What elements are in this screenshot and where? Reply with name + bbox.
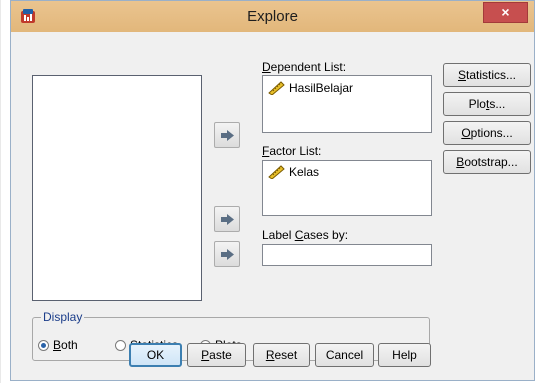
background-gridline [0, 0, 1, 383]
factor-list-label: Factor List: [262, 144, 322, 158]
factor-list-box[interactable]: Kelas [262, 160, 432, 216]
ruler-scale-icon [268, 81, 285, 95]
bootstrap-button[interactable]: Bootstrap... [443, 150, 531, 174]
paste-button[interactable]: Paste [187, 343, 246, 367]
dialog-body: Dependent List: HasilBelajar Factor List… [17, 32, 531, 375]
dependent-list-box[interactable]: HasilBelajar [262, 75, 432, 133]
radio-unselected-icon [115, 339, 126, 351]
close-button[interactable]: × [483, 2, 528, 23]
source-variable-list[interactable] [32, 75, 202, 301]
move-to-dependent-button[interactable] [214, 122, 240, 148]
move-to-label-cases-button[interactable] [214, 241, 240, 267]
window-title: Explore [247, 8, 298, 25]
dependent-list-label: Dependent List: [262, 60, 347, 74]
explore-dialog: Explore × Dependent List: HasilBelajar F… [10, 0, 535, 381]
label-cases-label: Label Cases by: [262, 228, 349, 242]
reset-button[interactable]: Reset [253, 343, 310, 367]
right-arrow-icon [221, 130, 234, 141]
radio-selected-icon [38, 339, 49, 351]
options-button[interactable]: Options... [443, 121, 531, 145]
right-arrow-icon [221, 249, 234, 260]
label-cases-field[interactable] [262, 244, 432, 266]
list-item[interactable]: Kelas [267, 165, 319, 179]
ok-button[interactable]: OK [129, 343, 182, 367]
help-button[interactable]: Help [378, 343, 431, 367]
display-group-title: Display [41, 310, 85, 324]
list-item[interactable]: HasilBelajar [267, 81, 353, 95]
ruler-scale-icon [268, 165, 285, 179]
statistics-button[interactable]: Statistics... [443, 63, 531, 87]
radio-both[interactable]: Both [38, 338, 78, 352]
title-bar[interactable]: Explore × [11, 1, 534, 32]
right-arrow-icon [221, 214, 234, 225]
plots-button[interactable]: Plots... [443, 92, 531, 116]
move-to-factor-button[interactable] [214, 206, 240, 232]
cancel-button[interactable]: Cancel [315, 343, 374, 367]
